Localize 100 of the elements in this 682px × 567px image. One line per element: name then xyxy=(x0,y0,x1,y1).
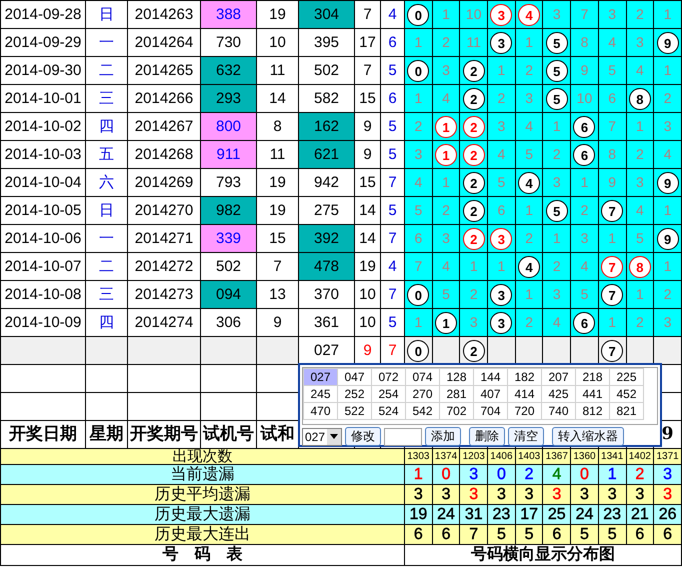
number-option[interactable]: 218 xyxy=(576,368,610,386)
trial-number-cell: 911 xyxy=(200,140,256,168)
miss-count: 5 xyxy=(498,174,506,190)
number-option[interactable]: 704 xyxy=(474,402,508,420)
number-option[interactable]: 252 xyxy=(338,386,372,402)
number-ball: 0 xyxy=(407,284,430,306)
number-option[interactable]: 225 xyxy=(610,368,644,386)
number-ball: 1 xyxy=(435,116,458,138)
miss-count: 1 xyxy=(664,202,672,218)
section-title: 号 码 表 xyxy=(0,544,404,566)
stat-value: 1303 xyxy=(407,451,430,462)
miss-count: 7 xyxy=(414,258,422,274)
number-ball: 3 xyxy=(490,4,512,26)
number-ball: 5 xyxy=(546,32,568,54)
stat-value: 1371 xyxy=(656,451,679,462)
stat-value: 3 xyxy=(663,486,672,502)
stat-value: 3 xyxy=(580,486,589,502)
transfer-button[interactable]: 转入缩水器 xyxy=(552,427,624,446)
number-option[interactable]: 245 xyxy=(304,386,338,402)
number-option[interactable]: 812 xyxy=(576,402,610,420)
number-option[interactable]: 821 xyxy=(610,402,644,420)
number-option[interactable]: 702 xyxy=(440,402,474,420)
miss-count: 4 xyxy=(664,146,672,162)
trial-sum-cell: 19 xyxy=(256,196,298,224)
miss-count: 1 xyxy=(552,118,561,134)
number-option[interactable]: 407 xyxy=(474,386,508,402)
stat-value: 3 xyxy=(469,486,478,502)
number-ball: 8 xyxy=(628,88,651,110)
number-option[interactable]: 425 xyxy=(542,386,576,402)
number-ball: 3 xyxy=(490,228,512,250)
date-cell: 2014-10-03 xyxy=(0,140,86,168)
trial-sum-cell: 10 xyxy=(256,28,298,56)
miss-count: 5 xyxy=(525,146,533,162)
miss-count: 11 xyxy=(466,34,481,50)
miss-count: 7 xyxy=(608,118,616,134)
number-option[interactable]: 182 xyxy=(508,368,542,386)
number-option[interactable]: 144 xyxy=(474,368,508,386)
number-ball: 2 xyxy=(462,144,485,166)
miss-count: 3 xyxy=(664,118,672,134)
stat-value: 7 xyxy=(469,526,478,542)
number-option[interactable]: 414 xyxy=(508,386,542,402)
weekday-cell: 三 xyxy=(86,280,128,308)
number-option[interactable]: 720 xyxy=(508,402,542,420)
number-option[interactable]: 281 xyxy=(440,386,474,402)
number-option[interactable]: 072 xyxy=(372,368,406,386)
number-ball: 7 xyxy=(601,256,624,278)
number-option[interactable]: 027 xyxy=(304,368,338,386)
stat-value: 3 xyxy=(552,486,562,502)
number-option[interactable]: 047 xyxy=(338,368,372,386)
miss-count: 2 xyxy=(664,90,672,106)
number-option[interactable]: 524 xyxy=(372,402,406,420)
number-option[interactable]: 441 xyxy=(576,386,610,402)
stat-value: 5 xyxy=(524,526,534,542)
trial-sum-cell: 11 xyxy=(256,56,298,84)
sum-cell: 14 xyxy=(354,224,380,252)
date-cell: 2014-09-28 xyxy=(0,0,86,28)
number-ball: 9 xyxy=(656,172,679,194)
issue-cell: 2014269 xyxy=(128,168,200,196)
clear-button[interactable]: 清空 xyxy=(508,427,544,446)
sum-cell: 14 xyxy=(354,196,380,224)
weekday-cell: 一 xyxy=(86,28,128,56)
number-option[interactable]: 522 xyxy=(338,402,372,420)
stat-value: 0 xyxy=(442,466,450,482)
number-option[interactable]: 207 xyxy=(542,368,576,386)
delete-button[interactable]: 删除 xyxy=(469,427,505,446)
trial-number-cell: 388 xyxy=(200,0,256,28)
number-option[interactable]: 740 xyxy=(542,402,576,420)
stat-value: 6 xyxy=(663,526,672,542)
miss-count: 3 xyxy=(580,230,588,246)
number-option[interactable]: 254 xyxy=(372,386,406,402)
number-option[interactable]: 270 xyxy=(406,386,440,402)
add-button[interactable]: 添加 xyxy=(425,427,461,446)
stat-value: 4 xyxy=(552,466,562,482)
miss-count: 2 xyxy=(664,286,672,302)
trial-sum-cell: 19 xyxy=(256,168,298,196)
issue-cell: 2014263 xyxy=(128,0,200,28)
miss-count: 3 xyxy=(498,118,506,134)
combo-box[interactable]: 027 xyxy=(302,428,342,446)
number-ball: 5 xyxy=(546,60,568,82)
number-option[interactable]: 128 xyxy=(440,368,474,386)
miss-count: 1 xyxy=(498,62,506,78)
number-ball: 3 xyxy=(490,32,512,54)
date-cell: 2014-10-02 xyxy=(0,112,86,140)
weekday-cell: 二 xyxy=(86,252,128,280)
number-option[interactable]: 542 xyxy=(406,402,440,420)
number-option[interactable]: 470 xyxy=(304,402,338,420)
miss-count: 2 xyxy=(552,258,561,274)
miss-count: 3 xyxy=(552,6,561,22)
miss-count: 2 xyxy=(636,314,644,330)
number-ball: 7 xyxy=(601,284,624,306)
draw-number-cell: 162 xyxy=(298,112,354,140)
miss-count: 10 xyxy=(466,6,482,22)
trial-number-cell: 293 xyxy=(200,84,256,112)
input-field[interactable] xyxy=(384,428,422,446)
miss-count: 1 xyxy=(664,62,672,78)
edit-button[interactable]: 修改 xyxy=(345,427,381,446)
number-option[interactable]: 452 xyxy=(610,386,644,402)
number-option[interactable]: 074 xyxy=(406,368,440,386)
number-ball: 3 xyxy=(490,312,512,334)
weekday-cell: 日 xyxy=(86,0,128,28)
